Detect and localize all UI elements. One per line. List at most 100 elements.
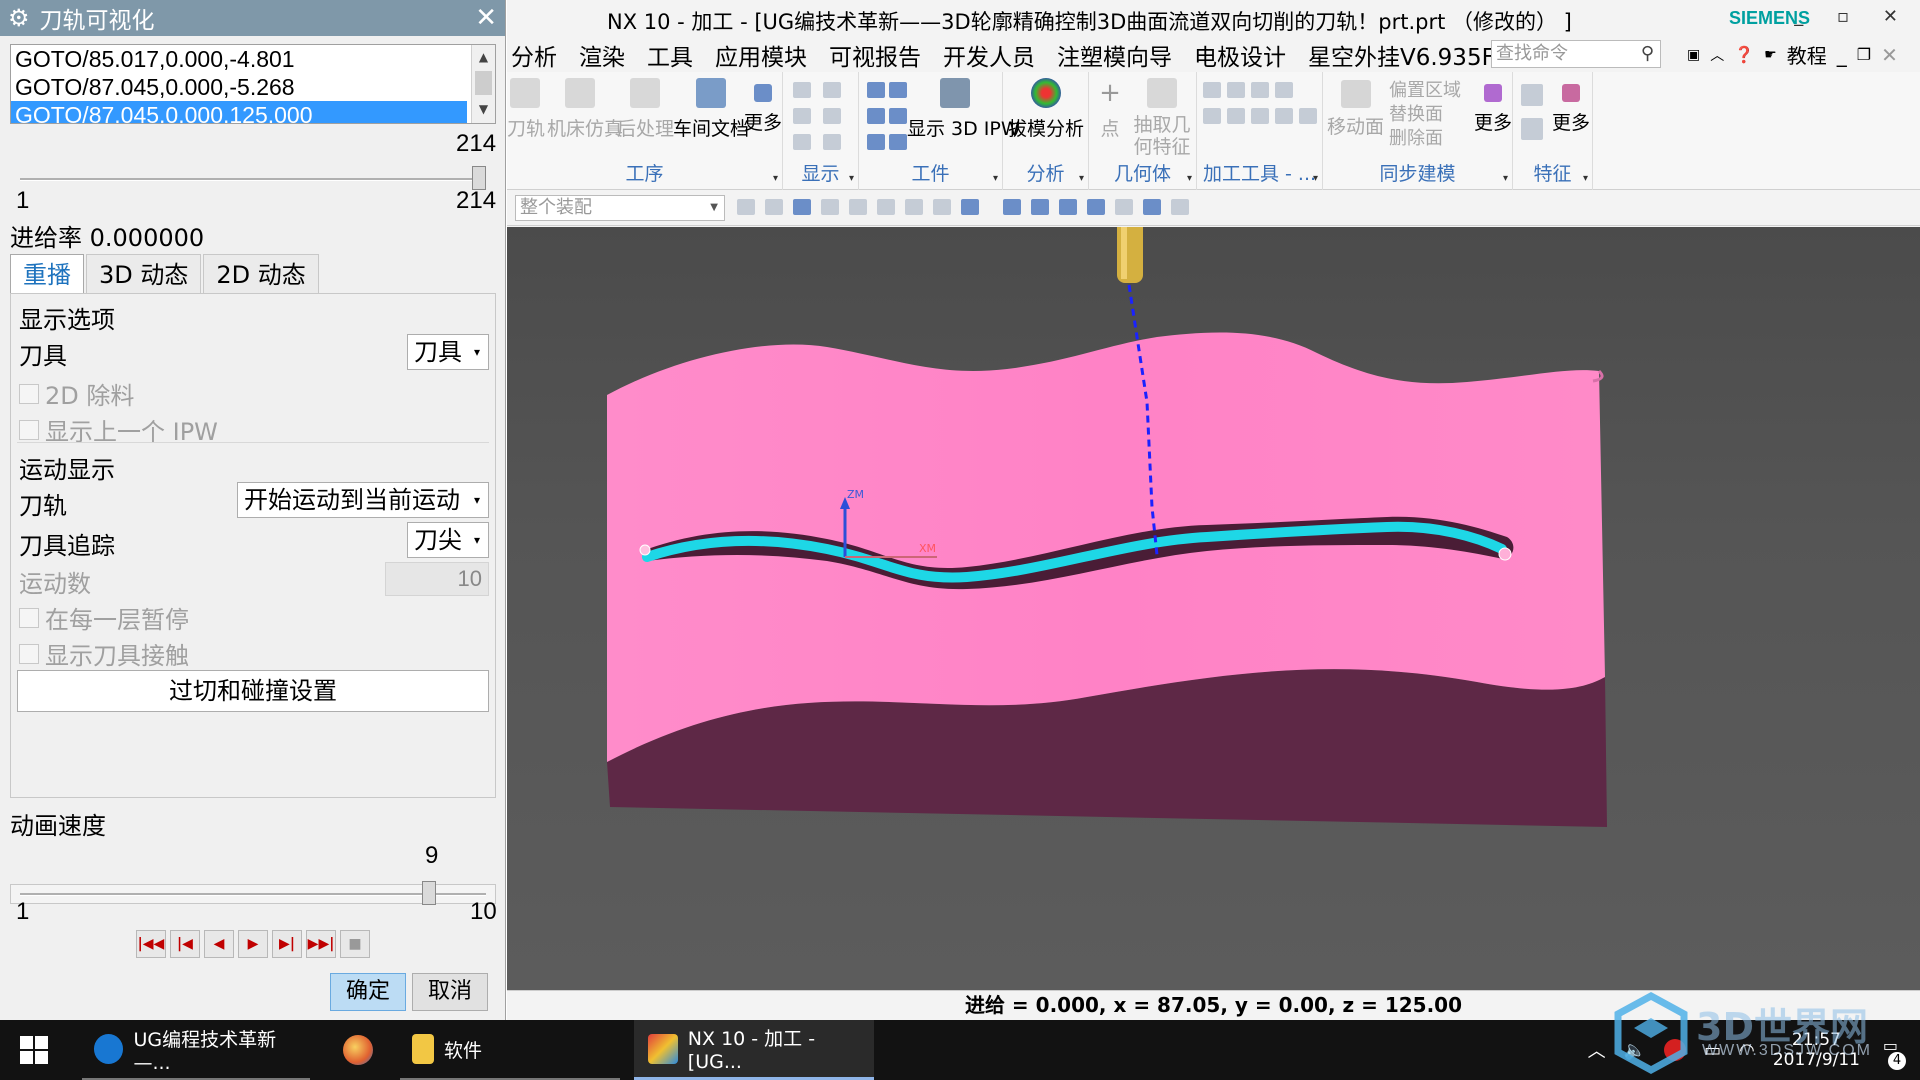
snap-icon[interactable] — [821, 199, 839, 215]
step-slider-track[interactable] — [20, 178, 486, 181]
task-browser[interactable]: UG编程技术革新—... — [82, 1020, 310, 1080]
tool-icon[interactable] — [1227, 82, 1245, 98]
remove-2d-checkbox[interactable]: 2D 除料 — [19, 376, 134, 411]
checkbox-box[interactable] — [19, 643, 39, 664]
menu-developer[interactable]: 开发人员 — [943, 38, 1035, 72]
stop-icon[interactable]: ■ — [340, 930, 370, 958]
display-icon[interactable] — [823, 134, 841, 150]
chevron-down-icon[interactable]: ▾ — [993, 173, 998, 184]
goto-listbox[interactable]: GOTO/85.017,0.000,-4.801 GOTO/87.045,0.0… — [10, 44, 496, 124]
list-item-selected[interactable]: GOTO/87.045,0.000,125.000 — [11, 101, 467, 123]
chevron-down-icon[interactable]: ▾ — [1503, 173, 1508, 184]
tool-icon[interactable] — [1299, 108, 1317, 124]
workpiece-icon[interactable] — [867, 134, 885, 150]
toolpath-button[interactable]: 刀轨 — [507, 78, 545, 141]
speed-slider-track[interactable] — [20, 893, 486, 896]
list-scrollbar[interactable]: ▲ ▼ — [471, 45, 495, 123]
box-select-icon[interactable] — [905, 199, 923, 215]
step-back-icon[interactable]: |◀ — [170, 930, 200, 958]
layout-icon[interactable] — [1087, 199, 1105, 215]
display-icon[interactable] — [793, 108, 811, 124]
close-icon[interactable]: ✕ — [1881, 43, 1898, 67]
restore-icon[interactable]: ❐ — [1857, 45, 1871, 64]
command-search-input[interactable]: 查找命令 ⚲ — [1491, 40, 1661, 68]
move-face-button[interactable]: 移动面 — [1327, 112, 1384, 139]
chevron-up-icon[interactable]: ︿ — [1710, 45, 1724, 65]
orient-view-icon[interactable] — [1143, 199, 1161, 215]
fit-view-icon[interactable] — [1003, 199, 1021, 215]
tool-trace-dropdown[interactable]: 刀尖 ▾ — [407, 522, 489, 558]
rewind-start-icon[interactable]: |◀◀ — [136, 930, 166, 958]
rotate-icon[interactable] — [1059, 199, 1077, 215]
minimize-icon[interactable]: _ — [1837, 43, 1847, 67]
more-button[interactable]: 更多 — [1549, 78, 1593, 135]
help-icon[interactable]: ❓ — [1734, 45, 1754, 64]
menu-analysis[interactable]: 分析 — [511, 38, 557, 72]
snap-icon[interactable] — [849, 199, 867, 215]
workpiece-icon[interactable] — [867, 82, 885, 98]
window-controls[interactable]: _ ▫ ✕ — [1794, 6, 1912, 27]
assembly-filter-dropdown[interactable]: 整个装配 ▼ — [515, 195, 725, 221]
search-icon[interactable]: ⚲ — [1641, 41, 1654, 67]
tutorial-icon[interactable]: ☛ — [1764, 47, 1777, 63]
task-nx[interactable]: NX 10 - 加工 - [UG... — [634, 1020, 874, 1080]
render-style-icon[interactable] — [1115, 199, 1133, 215]
select-icon[interactable] — [793, 199, 811, 215]
tool-icon[interactable] — [1251, 108, 1269, 124]
tool-icon[interactable] — [1203, 82, 1221, 98]
menu-electrode-design[interactable]: 电极设计 — [1194, 38, 1286, 72]
menu-render[interactable]: 渲染 — [579, 38, 625, 72]
offset-region-button[interactable]: 偏置区域 — [1389, 76, 1461, 102]
window-layout-icon[interactable]: ▣ — [1687, 47, 1700, 63]
filter-icon[interactable] — [737, 199, 755, 215]
display-icon[interactable] — [793, 134, 811, 150]
view-icon[interactable] — [933, 199, 951, 215]
feature-icon[interactable] — [1521, 84, 1543, 106]
chevron-down-icon[interactable]: ▾ — [1187, 173, 1192, 184]
delete-face-button[interactable]: 删除面 — [1389, 124, 1443, 150]
display-icon[interactable] — [793, 82, 811, 98]
checkbox-box[interactable] — [19, 383, 39, 404]
section-icon[interactable] — [1171, 199, 1189, 215]
gouge-collision-settings-button[interactable]: 过切和碰撞设置 — [17, 670, 489, 712]
toolpath-dropdown[interactable]: 开始运动到当前运动 ▾ — [237, 482, 489, 518]
tutorial-link[interactable]: 教程 — [1787, 40, 1827, 69]
chevron-down-icon[interactable]: ▾ — [1583, 173, 1588, 184]
play-reverse-icon[interactable]: ◀ — [204, 930, 234, 958]
tool-dropdown[interactable]: 刀具 ▾ — [407, 334, 489, 370]
display-icon[interactable] — [823, 82, 841, 98]
chevron-up-icon[interactable]: ▲ — [472, 45, 495, 69]
menu-plugin[interactable]: 星空外挂V6.935F — [1308, 38, 1495, 72]
workpiece-icon[interactable] — [889, 82, 907, 98]
cancel-button[interactable]: 取消 — [412, 973, 488, 1011]
tab-2d-dynamic[interactable]: 2D 动态 — [203, 254, 319, 294]
tool-icon[interactable] — [1275, 108, 1293, 124]
task-folder[interactable]: 软件 — [400, 1020, 620, 1080]
tool-icon[interactable] — [1203, 108, 1221, 124]
chevron-down-icon[interactable]: ▾ — [1313, 173, 1318, 184]
feature-icon[interactable] — [1521, 118, 1543, 140]
menu-visual-reports[interactable]: 可视报告 — [829, 38, 921, 72]
step-forward-icon[interactable]: ▶| — [272, 930, 302, 958]
menu-mold-wizard[interactable]: 注塑模向导 — [1057, 38, 1172, 72]
list-item[interactable]: GOTO/85.017,0.000,-4.801 — [11, 45, 467, 73]
list-item[interactable]: GOTO/87.045,0.000,-5.268 — [11, 73, 467, 101]
more-button[interactable]: 更多 — [1473, 78, 1513, 135]
chevron-down-icon[interactable]: ▾ — [773, 173, 778, 184]
show-tool-contact-checkbox[interactable]: 显示刀具接触 — [19, 636, 189, 671]
graphics-viewport[interactable]: ZM XM — [507, 227, 1920, 990]
scrollbar-thumb[interactable] — [475, 71, 492, 95]
task-paint[interactable] — [330, 1020, 386, 1080]
workpiece-icon[interactable] — [889, 134, 907, 150]
display-icon[interactable] — [823, 108, 841, 124]
ok-button[interactable]: 确定 — [330, 973, 406, 1011]
checkbox-box[interactable] — [19, 607, 39, 628]
tool-icon[interactable] — [1275, 82, 1293, 98]
more-button[interactable]: 更多 — [743, 78, 783, 135]
fast-forward-end-icon[interactable]: ▶▶| — [306, 930, 336, 958]
tool-icon[interactable] — [1251, 82, 1269, 98]
cube-icon[interactable] — [961, 199, 979, 215]
replace-face-button[interactable]: 替换面 — [1389, 100, 1443, 126]
checkbox-box[interactable] — [19, 419, 39, 440]
speed-slider-thumb[interactable] — [421, 881, 436, 905]
